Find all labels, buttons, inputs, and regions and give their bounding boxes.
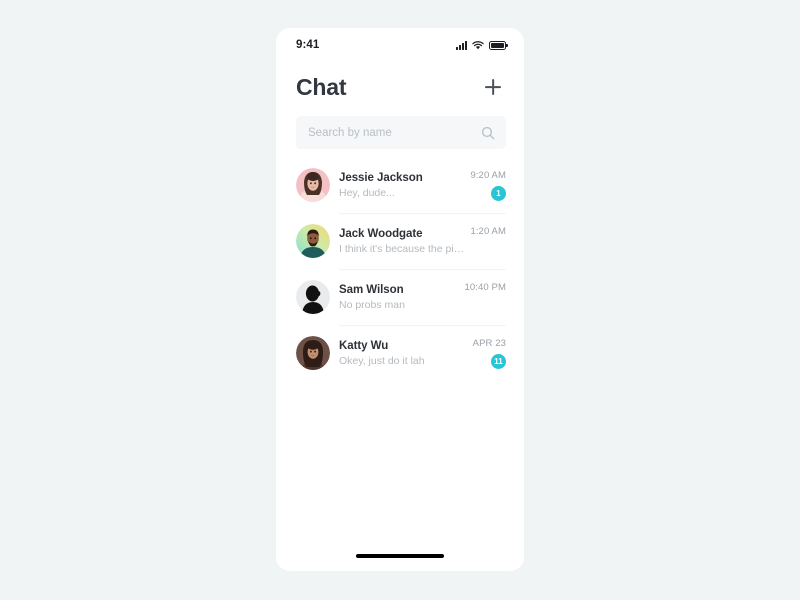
chat-text-block: Jack Woodgate I think it's because the p… — [339, 228, 464, 255]
chat-time: 10:40 PM — [464, 281, 506, 293]
home-indicator-area — [276, 541, 524, 571]
chat-time: 9:20 AM — [470, 169, 506, 181]
chat-meta: 10:40 PM — [459, 282, 506, 313]
plus-icon[interactable] — [480, 74, 506, 100]
chat-preview: I think it's because the pixels... — [339, 242, 465, 255]
home-indicator-bar[interactable] — [356, 554, 444, 558]
status-bar: 9:41 — [276, 28, 524, 62]
chat-name: Jack Woodgate — [339, 227, 423, 240]
avatar-katty-wu — [296, 336, 330, 370]
chat-list-item[interactable]: Katty Wu Okey, just do it lah APR 23 11 — [296, 325, 506, 381]
phone-screen: 9:41 Chat Search by name Jessie Jackson … — [276, 28, 524, 571]
unread-badge: 11 — [491, 353, 506, 369]
status-icons — [455, 40, 508, 50]
signal-bars-icon — [455, 40, 467, 50]
chat-list-item[interactable]: Sam Wilson No probs man 10:40 PM — [296, 269, 506, 325]
chat-list-item[interactable]: Jessie Jackson Hey, dude... 9:20 AM 1 — [296, 157, 506, 213]
unread-badge: 1 — [491, 185, 506, 201]
chat-name: Sam Wilson — [339, 283, 404, 296]
avatar-sam-wilson — [296, 280, 330, 314]
chat-meta: APR 23 11 — [467, 338, 506, 369]
chat-meta: 9:20 AM 1 — [464, 170, 506, 201]
chat-time: 1:20 AM — [470, 225, 506, 237]
chat-meta: 1:20 AM — [464, 226, 506, 257]
chat-preview: Okey, just do it lah — [339, 354, 425, 367]
wifi-icon — [472, 40, 484, 50]
chat-text-block: Jessie Jackson Hey, dude... — [339, 172, 464, 199]
avatar-jack-woodgate — [296, 224, 330, 258]
chat-text-block: Katty Wu Okey, just do it lah — [339, 340, 467, 367]
chat-list: Jessie Jackson Hey, dude... 9:20 AM 1 Ja… — [276, 149, 524, 541]
chat-name: Katty Wu — [339, 339, 389, 352]
chat-preview: Hey, dude... — [339, 186, 395, 199]
search-input[interactable] — [308, 126, 481, 139]
chat-time: APR 23 — [472, 337, 506, 349]
chat-name: Jessie Jackson — [339, 171, 423, 184]
page-title: Chat — [296, 73, 347, 100]
chat-text-block: Sam Wilson No probs man — [339, 284, 459, 311]
chat-list-item[interactable]: Jack Woodgate I think it's because the p… — [296, 213, 506, 269]
battery-icon — [489, 40, 508, 50]
chat-preview: No probs man — [339, 298, 405, 311]
page-header: Chat — [276, 62, 524, 106]
avatar-jessie-jackson — [296, 168, 330, 202]
status-time: 9:41 — [296, 39, 320, 51]
search-icon[interactable] — [481, 126, 495, 140]
search-box[interactable] — [296, 116, 506, 149]
search-section — [276, 106, 524, 149]
